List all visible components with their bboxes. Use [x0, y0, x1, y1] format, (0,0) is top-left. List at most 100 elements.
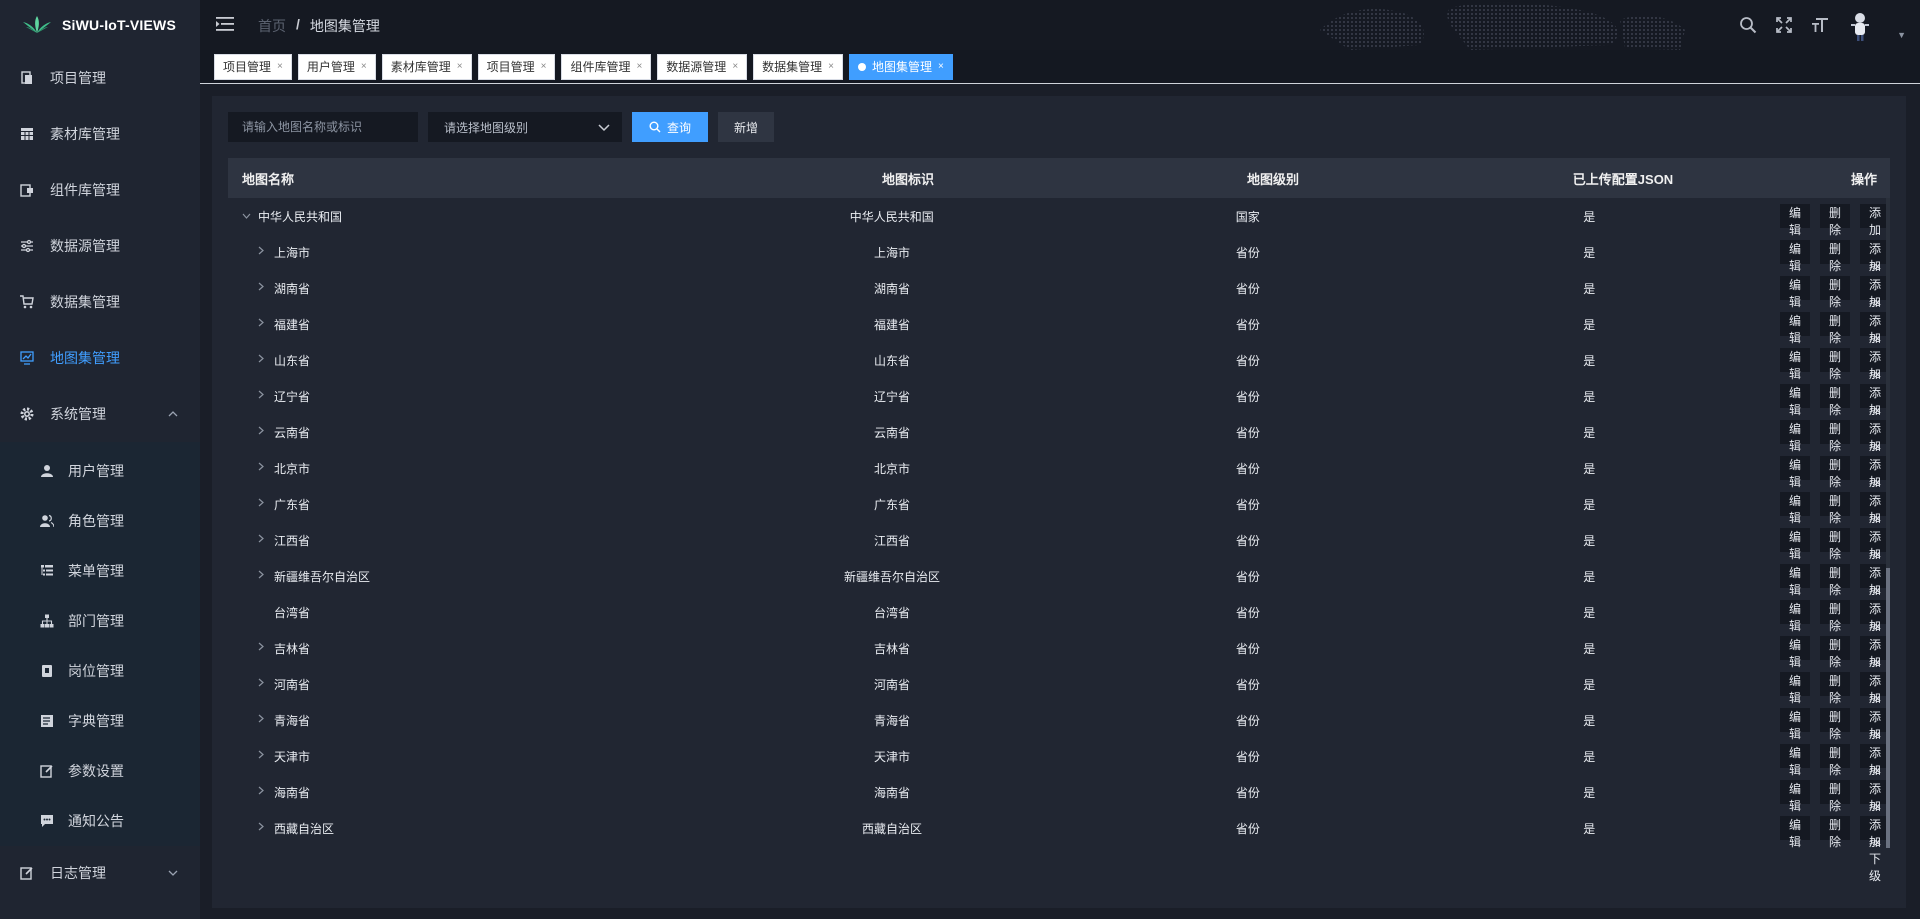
delete-button[interactable]: 删除 [1819, 672, 1850, 705]
delete-button[interactable]: 删除 [1819, 564, 1850, 597]
sidebar-subitem-3[interactable]: 部门管理 [0, 596, 200, 646]
chevron-right-icon[interactable] [258, 822, 274, 834]
chevron-right-icon[interactable] [258, 570, 274, 582]
chevron-right-icon[interactable] [258, 642, 274, 654]
edit-button[interactable]: 编辑 [1779, 348, 1810, 381]
close-icon[interactable]: × [732, 61, 738, 72]
user-avatar[interactable] [1846, 10, 1874, 42]
query-button[interactable]: 查询 [632, 112, 708, 142]
delete-button[interactable]: 删除 [1819, 600, 1850, 633]
delete-button[interactable]: 删除 [1819, 348, 1850, 381]
edit-button[interactable]: 编辑 [1779, 456, 1810, 489]
table-row[interactable]: 福建省福建省省份是编辑删除添加下级 [228, 306, 1891, 379]
chevron-right-icon[interactable] [258, 678, 274, 690]
sidebar-subitem-2[interactable]: 菜单管理 [0, 546, 200, 596]
sidebar-subitem-7[interactable]: 通知公告 [0, 796, 200, 846]
delete-button[interactable]: 删除 [1819, 384, 1850, 417]
table-row[interactable]: 海南省海南省省份是编辑删除添加下级 [228, 774, 1891, 847]
map-search-input[interactable] [228, 112, 418, 142]
edit-button[interactable]: 编辑 [1779, 744, 1810, 777]
table-row[interactable]: 云南省云南省省份是编辑删除添加下级 [228, 414, 1891, 487]
table-row[interactable]: 吉林省吉林省省份是编辑删除添加下级 [228, 630, 1891, 703]
app-logo[interactable]: SiWU-IoT-VIEWS [0, 0, 200, 50]
sidebar-item-1[interactable]: 素材库管理 [0, 106, 200, 162]
table-row[interactable]: 台湾省台湾省省份是编辑删除添加下级 [228, 594, 1891, 667]
sidebar-subitem-5[interactable]: 字典管理 [0, 696, 200, 746]
chevron-right-icon[interactable] [258, 534, 274, 546]
close-icon[interactable]: × [938, 61, 944, 72]
table-row[interactable]: 上海市上海市省份是编辑删除添加下级 [228, 234, 1891, 307]
delete-button[interactable]: 删除 [1819, 528, 1850, 561]
chevron-right-icon[interactable] [258, 498, 274, 510]
edit-button[interactable]: 编辑 [1779, 816, 1810, 849]
edit-button[interactable]: 编辑 [1779, 780, 1810, 813]
sidebar-item-6[interactable]: 系统管理 [0, 386, 200, 442]
edit-button[interactable]: 编辑 [1779, 672, 1810, 705]
search-icon[interactable] [1738, 15, 1758, 35]
table-row[interactable]: 广东省广东省省份是编辑删除添加下级 [228, 486, 1891, 559]
close-icon[interactable]: × [828, 61, 834, 72]
delete-button[interactable]: 删除 [1819, 276, 1850, 309]
edit-button[interactable]: 编辑 [1779, 600, 1810, 633]
table-scrollbar[interactable] [1886, 198, 1890, 848]
chevron-down-icon[interactable] [242, 210, 258, 222]
chevron-right-icon[interactable] [258, 714, 274, 726]
breadcrumb-home[interactable]: 首页 [258, 16, 286, 36]
edit-button[interactable]: 编辑 [1779, 636, 1810, 669]
sidebar-item-5[interactable]: 地图集管理 [0, 330, 200, 386]
delete-button[interactable]: 删除 [1819, 780, 1850, 813]
tab-5[interactable]: 数据源管理 × [657, 53, 748, 80]
delete-button[interactable]: 删除 [1819, 744, 1850, 777]
chevron-right-icon[interactable] [258, 318, 274, 330]
delete-button[interactable]: 删除 [1819, 204, 1850, 237]
tab-6[interactable]: 数据集管理 × [753, 53, 844, 80]
chevron-right-icon[interactable] [258, 390, 274, 402]
close-icon[interactable]: × [541, 61, 547, 72]
delete-button[interactable]: 删除 [1819, 636, 1850, 669]
edit-button[interactable]: 编辑 [1779, 240, 1810, 273]
sidebar-item-4[interactable]: 数据集管理 [0, 274, 200, 330]
sidebar-item-0[interactable]: 项目管理 [0, 50, 200, 106]
delete-button[interactable]: 删除 [1819, 816, 1850, 849]
fullscreen-icon[interactable] [1774, 15, 1794, 35]
tab-1[interactable]: 用户管理 × [297, 53, 376, 80]
tab-0[interactable]: 项目管理 × [214, 53, 292, 80]
table-row[interactable]: 河南省河南省省份是编辑删除添加下级 [228, 666, 1891, 739]
tab-2[interactable]: 素材库管理 × [381, 53, 472, 80]
sidebar-item-logs[interactable]: 日志管理 [0, 846, 200, 900]
sidebar-item-3[interactable]: 数据源管理 [0, 218, 200, 274]
caret-down-icon[interactable]: ▼ [1897, 30, 1906, 40]
tab-3[interactable]: 项目管理 × [477, 53, 556, 80]
tab-7[interactable]: 地图集管理 × [849, 53, 953, 80]
close-icon[interactable]: × [277, 61, 283, 72]
table-row[interactable]: 西藏自治区 西藏自治区 省份 是 编辑 删除 添加下级 [228, 810, 1891, 883]
chevron-right-icon[interactable] [258, 282, 274, 294]
edit-button[interactable]: 编辑 [1779, 384, 1810, 417]
add-button[interactable]: 新增 [718, 112, 774, 142]
sidebar-subitem-6[interactable]: 参数设置 [0, 746, 200, 796]
delete-button[interactable]: 删除 [1819, 312, 1850, 345]
edit-button[interactable]: 编辑 [1779, 312, 1810, 345]
chevron-right-icon[interactable] [258, 354, 274, 366]
delete-button[interactable]: 删除 [1819, 240, 1850, 273]
map-level-select[interactable]: 请选择地图级别 [428, 112, 622, 142]
edit-button[interactable]: 编辑 [1779, 276, 1810, 309]
tab-4[interactable]: 组件库管理 × [561, 53, 652, 80]
edit-button[interactable]: 编辑 [1779, 492, 1810, 525]
font-size-icon[interactable] [1810, 15, 1830, 35]
close-icon[interactable]: × [457, 61, 463, 72]
table-row[interactable]: 山东省山东省省份是编辑删除添加下级 [228, 342, 1891, 415]
edit-button[interactable]: 编辑 [1779, 564, 1810, 597]
edit-button[interactable]: 编辑 [1779, 528, 1810, 561]
table-row[interactable]: 湖南省湖南省省份是编辑删除添加下级 [228, 270, 1891, 343]
sidebar-subitem-0[interactable]: 用户管理 [0, 446, 200, 496]
table-row[interactable]: 江西省江西省省份是编辑删除添加下级 [228, 522, 1891, 595]
sidebar-subitem-4[interactable]: 岗位管理 [0, 646, 200, 696]
table-row[interactable]: 新疆维吾尔自治区新疆维吾尔自治区省份是编辑删除添加下级 [228, 558, 1891, 631]
chevron-right-icon[interactable] [258, 246, 274, 258]
table-row[interactable]: 北京市北京市省份是编辑删除添加下级 [228, 450, 1891, 523]
close-icon[interactable]: × [361, 61, 367, 72]
table-row[interactable]: 青海省青海省省份是编辑删除添加下级 [228, 702, 1891, 775]
delete-button[interactable]: 删除 [1819, 492, 1850, 525]
table-row[interactable]: 中华人民共和国中华人民共和国国家是编辑删除添加下级 [228, 198, 1890, 271]
